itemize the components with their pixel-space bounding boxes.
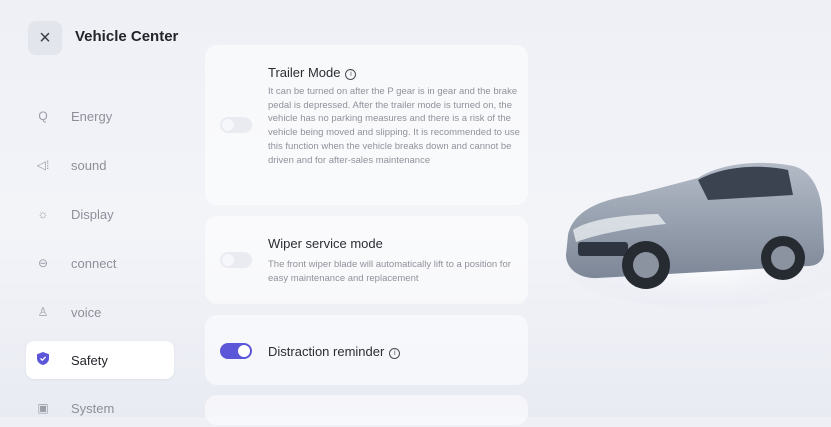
trailer-mode-label: Trailer Mode: [268, 65, 341, 80]
close-icon: ×: [39, 26, 51, 49]
sidebar-item-label: sound: [71, 157, 107, 173]
system-icon: ▣: [37, 401, 49, 415]
close-button[interactable]: ×: [28, 21, 62, 55]
distraction-reminder-label: Distraction reminder: [268, 344, 385, 359]
sidebar-item-label: connect: [71, 255, 117, 271]
trailer-mode-title: Trailer Mode i: [268, 65, 357, 80]
distraction-reminder-card: Distraction reminder i: [205, 315, 528, 385]
page-title: Vehicle Center: [75, 28, 179, 45]
sidebar-item-label: Energy: [71, 108, 113, 124]
info-icon[interactable]: i: [389, 348, 401, 359]
speaker-icon: ◁⁞: [36, 158, 50, 172]
voice-assistant-icon: ♙: [37, 305, 49, 319]
sidebar-item-voice[interactable]: ♙ voice: [26, 293, 174, 331]
sidebar-item-sound[interactable]: ◁⁞ sound: [26, 146, 174, 184]
wiper-service-toggle[interactable]: [220, 252, 252, 268]
search-icon: Q: [38, 109, 48, 123]
sidebar-item-connect[interactable]: ⊖ connect: [26, 244, 174, 282]
trailer-mode-card: Trailer Mode i It can be turned on after …: [205, 45, 528, 205]
sidebar: × Vehicle Center Q Energy ◁⁞ sound ☼ Dis…: [0, 0, 195, 417]
wiper-service-card: Wiper service mode The front wiper blade…: [205, 216, 528, 304]
sidebar-item-label: Display: [71, 206, 114, 222]
toggle-knob: [222, 254, 234, 266]
distraction-reminder-title: Distraction reminder i: [268, 344, 401, 359]
sidebar-item-safety[interactable]: Safety: [26, 341, 174, 379]
link-icon: ⊖: [37, 256, 49, 270]
vehicle-image: [548, 100, 831, 360]
brightness-icon: ☼: [37, 207, 49, 221]
sidebar-item-system[interactable]: ▣ System: [26, 389, 174, 427]
wiper-service-description: The front wiper blade will automatically…: [268, 259, 511, 284]
toggle-knob: [222, 119, 234, 131]
toggle-knob: [238, 345, 250, 357]
sidebar-item-energy[interactable]: Q Energy: [26, 97, 174, 135]
sidebar-item-label: voice: [71, 304, 102, 320]
car-icon: [566, 162, 831, 308]
sidebar-item-display[interactable]: ☼ Display: [26, 195, 174, 233]
info-icon[interactable]: i: [345, 69, 357, 80]
wiper-service-title: Wiper service mode: [268, 236, 383, 251]
distraction-reminder-toggle[interactable]: [220, 343, 252, 359]
shield-icon: [35, 352, 51, 368]
trailer-mode-description: It can be turned on after the P gear is …: [268, 86, 520, 166]
trailer-mode-toggle[interactable]: [220, 117, 252, 133]
next-card: [205, 395, 528, 425]
sidebar-item-label: Safety: [71, 352, 108, 368]
sidebar-item-label: System: [71, 400, 115, 416]
